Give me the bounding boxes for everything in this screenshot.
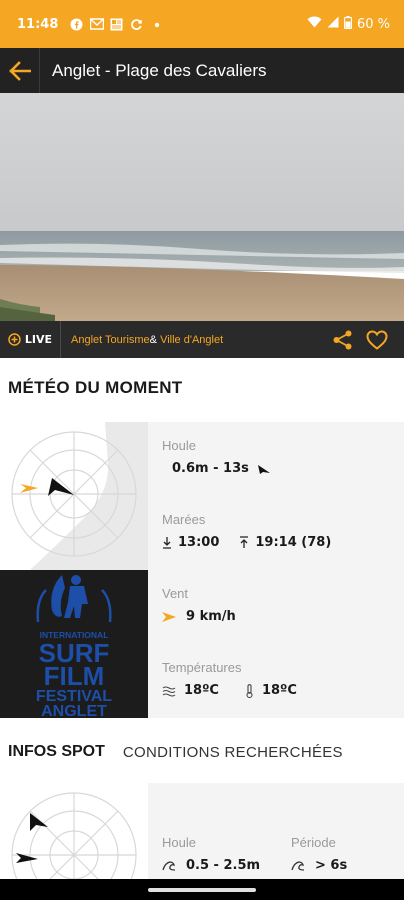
tide-low-icon: [163, 537, 171, 549]
marees-info: Marées 13:00 19:14 (78): [162, 512, 331, 550]
festival-line-3: FILM: [44, 661, 105, 691]
festival-line-5: ANGLET: [41, 703, 107, 718]
houle-label: Houle: [162, 438, 196, 453]
camera-info-bar: LIVE Anglet Tourisme& Ville d'Anglet: [0, 321, 404, 358]
home-gesture-handle[interactable]: [148, 887, 256, 892]
notification-icons: [70, 17, 163, 31]
system-nav-bar: [0, 879, 404, 900]
credit-link-1[interactable]: Anglet Tourisme: [71, 334, 150, 346]
system-indicators: 60 %: [307, 15, 390, 33]
live-plus-icon: [8, 333, 21, 346]
tab-conditions-recherchees[interactable]: CONDITIONS RECHERCHÉES: [105, 744, 343, 761]
camera-actions: [332, 329, 404, 351]
meteo-block: INTERNATIONAL SURF FILM FESTIVAL ANGLET …: [0, 422, 404, 720]
marees-label: Marées: [162, 512, 206, 527]
vent-info: Vent 9 km/h: [162, 586, 236, 624]
back-button[interactable]: [0, 48, 40, 93]
battery-percent: 60 %: [356, 16, 390, 32]
status-bar: 11:48 60 %: [0, 0, 404, 48]
live-label: LIVE: [24, 333, 53, 346]
water-temperature-icon: [162, 685, 176, 697]
wind-direction-icon: [162, 611, 176, 622]
houle-info: Houle 0.6m - 13s: [162, 438, 271, 476]
webcam-image[interactable]: [0, 93, 404, 321]
favorite-heart-icon[interactable]: [366, 329, 388, 350]
camera-credits: Anglet Tourisme& Ville d'Anglet: [61, 334, 223, 346]
temperatures-info: Températures 18ºC 18ºC: [162, 660, 297, 698]
tide-low-time: 13:00: [178, 535, 220, 550]
spot-info-block: Houle 0.5 - 2.5m Période > 6s: [0, 783, 404, 879]
signal-icon: [327, 16, 339, 32]
vent-value: 9 km/h: [186, 609, 236, 624]
status-time: 11:48: [17, 16, 59, 32]
app-bar: Anglet - Plage des Cavaliers: [0, 48, 404, 93]
arrow-left-icon: [8, 60, 31, 81]
news-icon: [110, 18, 123, 31]
facebook-icon: [70, 18, 83, 31]
credit-separator: &: [149, 333, 158, 346]
spot-periode-info: Période > 6s: [291, 835, 347, 873]
air-temperature: 18ºC: [261, 683, 297, 698]
tide-high-time: 19:14 (78): [255, 535, 332, 550]
swell-direction-icon: [257, 464, 270, 474]
temperatures-label: Températures: [162, 660, 242, 675]
sync-icon: [130, 18, 143, 31]
spot-houle-label: Houle: [162, 835, 196, 850]
meteo-section-title: MÉTÉO DU MOMENT: [8, 378, 183, 397]
spot-houle-value: 0.5 - 2.5m: [186, 858, 261, 873]
spot-tabs: INFOS SPOT CONDITIONS RECHERCHÉES: [0, 727, 404, 777]
spot-houle-info: Houle 0.5 - 2.5m: [162, 835, 260, 873]
surf-film-festival-ad[interactable]: INTERNATIONAL SURF FILM FESTIVAL ANGLET: [0, 570, 148, 720]
battery-icon: [343, 15, 353, 33]
share-icon[interactable]: [332, 329, 354, 351]
thermometer-icon: [246, 683, 253, 698]
spot-compass: [0, 783, 148, 879]
water-temperature: 18ºC: [184, 683, 219, 698]
dot-icon: [150, 18, 163, 31]
wifi-icon: [307, 16, 322, 32]
wave-icon: [162, 860, 176, 871]
wave-period-icon: [291, 860, 305, 871]
page-title: Anglet - Plage des Cavaliers: [52, 60, 267, 80]
tab-infos-spot[interactable]: INFOS SPOT: [0, 743, 105, 761]
houle-value: 0.6m - 13s: [172, 461, 249, 476]
credit-link-2[interactable]: Ville d'Anglet: [160, 334, 223, 346]
live-button[interactable]: LIVE: [0, 321, 61, 358]
gmail-icon: [90, 17, 105, 31]
tide-high-icon: [240, 536, 249, 548]
vent-label: Vent: [162, 586, 189, 601]
spot-periode-label: Période: [291, 835, 336, 850]
swell-compass: [0, 422, 148, 570]
spot-periode-value: > 6s: [315, 858, 348, 873]
